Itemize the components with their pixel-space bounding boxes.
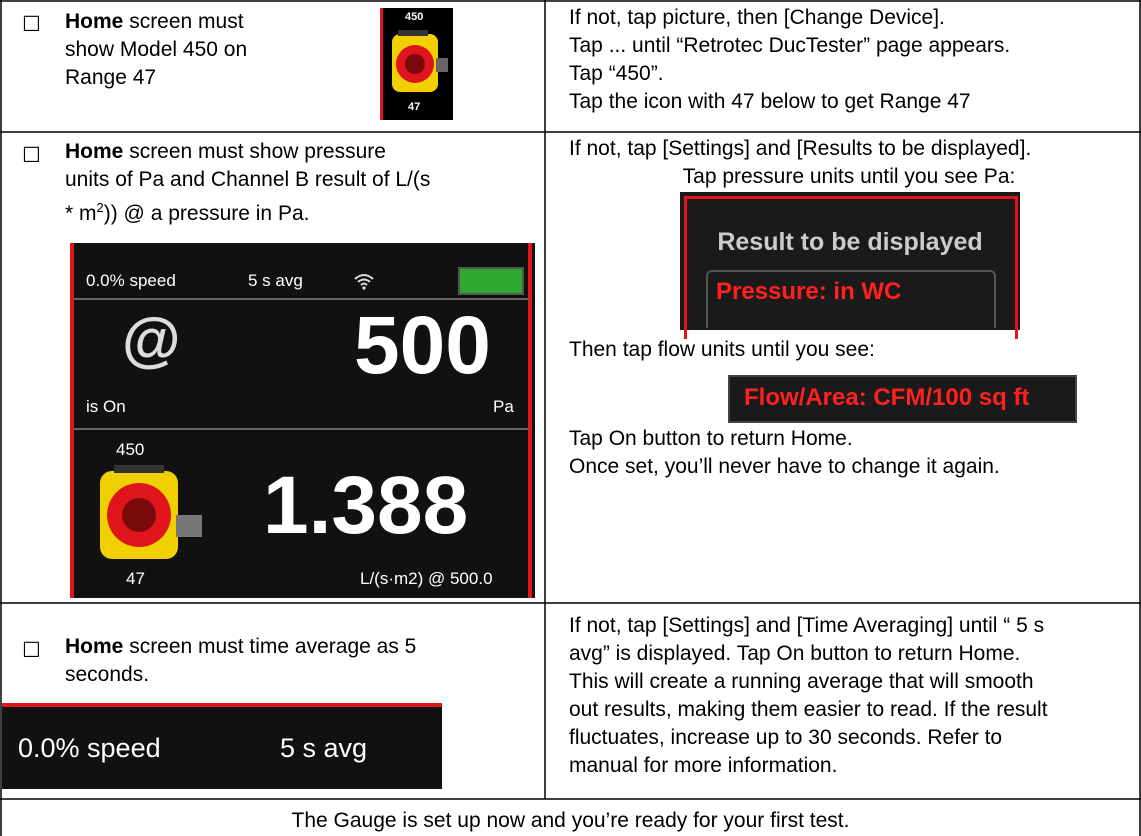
pressure-unit: Pa <box>493 397 514 416</box>
speed-readout: 0.0% speed <box>86 271 176 290</box>
red-edge <box>380 8 383 120</box>
return-instructions: Tap On button to return Home. Once set, … <box>569 425 1129 481</box>
averaging-instructions: If not, tap [Settings] and [Time Averagi… <box>569 612 1135 780</box>
red-edge <box>528 243 532 598</box>
text: screen must <box>123 10 244 33</box>
at-symbol: @ <box>122 306 181 373</box>
red-edge <box>2 703 442 707</box>
device-thumbnail[interactable]: 450 47 <box>380 8 453 120</box>
thumb-bottom-label: 47 <box>408 101 421 113</box>
model-requirement: Home screen must show Model 450 on Range… <box>65 8 325 92</box>
flow-area-button[interactable]: Flow/Area: CFM/100 sq ft <box>728 375 1077 423</box>
averaging-requirement: Home screen must time average as 5 secon… <box>65 633 535 689</box>
footer-note: The Gauge is set up now and you’re ready… <box>291 809 850 832</box>
checkbox-units[interactable]: ☐ <box>22 143 41 168</box>
speed-readout: 0.0% speed <box>18 733 161 763</box>
averaging-status-strip: 0.0% speed 5 s avg <box>2 703 442 789</box>
instruction-line: Tap ... until “Retrotec DucTester” page … <box>569 34 1011 57</box>
instruction-line: Tap “450”. <box>569 62 664 85</box>
instruction-line: avg” is displayed. Tap On button to retu… <box>569 642 1021 665</box>
red-edge <box>70 243 74 598</box>
flow-value: 1.388 <box>263 460 469 551</box>
text: screen must show pressure <box>123 140 386 163</box>
divider <box>74 428 529 430</box>
pressure-label: Pressure: in WC <box>716 278 902 305</box>
text: units of Pa and Channel B result of L/(s <box>65 168 431 191</box>
result-display-panel: Result to be displayed Pressure: in WC <box>680 192 1020 339</box>
units-requirement: Home screen must show pressure units of … <box>65 138 535 228</box>
text: )) @ a pressure in Pa. <box>103 202 310 225</box>
instruction-line: Tap pressure units until you see Pa: <box>682 165 1016 188</box>
thumb-top-label: 450 <box>405 11 424 23</box>
instruction-line: Tap On button to return Home. <box>569 427 853 450</box>
text: seconds. <box>65 663 150 686</box>
instruction-line: If not, tap [Settings] and [Results to b… <box>569 137 1032 160</box>
instruction-line: This will create a running average that … <box>569 670 1034 693</box>
units-instructions: If not, tap [Settings] and [Results to b… <box>569 135 1129 191</box>
home-screen-gauge: 0.0% speed 5 s avg @ 500 is On Pa 450 47… <box>70 243 535 598</box>
instruction-line: If not, tap picture, then [Change Device… <box>569 6 945 29</box>
instruction-line: Once set, you’ll never have to change it… <box>569 455 1000 478</box>
avg-readout: 5 s avg <box>248 271 303 290</box>
instruction-line: Tap the icon with 47 below to get Range … <box>569 90 971 113</box>
flow-label: Flow/Area: CFM/100 sq ft <box>744 384 1030 411</box>
instruction-line: manual for more information. <box>569 754 838 777</box>
gauge-device-icon[interactable] <box>92 465 204 565</box>
instruction-line: If not, tap [Settings] and [Time Averagi… <box>569 614 1045 637</box>
instruction-line: out results, making them easier to read.… <box>569 698 1048 721</box>
battery-icon <box>458 267 524 295</box>
avg-readout: 5 s avg <box>280 733 368 763</box>
home-label: Home <box>65 635 124 658</box>
text: show Model 450 on <box>65 38 248 61</box>
pressure-value: 500 <box>354 300 491 391</box>
flow-unit: L/(s·m2) @ 500.0 <box>360 569 493 588</box>
status-label: is On <box>86 397 126 416</box>
gauge-device-icon <box>392 30 448 92</box>
setup-instructions-document: ☐ Home screen must show Model 450 on Ran… <box>0 0 1141 836</box>
flow-instruction: Then tap flow units until you see: <box>569 336 1129 364</box>
model-instructions: If not, tap picture, then [Change Device… <box>569 4 1129 116</box>
device-bottom-label: 47 <box>126 569 145 588</box>
result-title: Result to be displayed <box>717 228 983 256</box>
text: screen must time average as 5 <box>123 635 417 658</box>
text: Range 47 <box>65 66 157 89</box>
home-label: Home <box>65 10 124 33</box>
checkbox-model[interactable]: ☐ <box>22 12 41 37</box>
device-top-label: 450 <box>116 440 145 459</box>
text: * m <box>65 202 97 225</box>
instruction-line: Then tap flow units until you see: <box>569 338 875 361</box>
checkbox-averaging[interactable]: ☐ <box>22 638 41 663</box>
wifi-icon <box>354 274 374 290</box>
instruction-line: fluctuates, increase up to 30 seconds. R… <box>569 726 1003 749</box>
superscript: 2 <box>96 200 104 215</box>
home-label: Home <box>65 140 124 163</box>
pressure-button[interactable]: Pressure: in WC <box>706 270 996 328</box>
